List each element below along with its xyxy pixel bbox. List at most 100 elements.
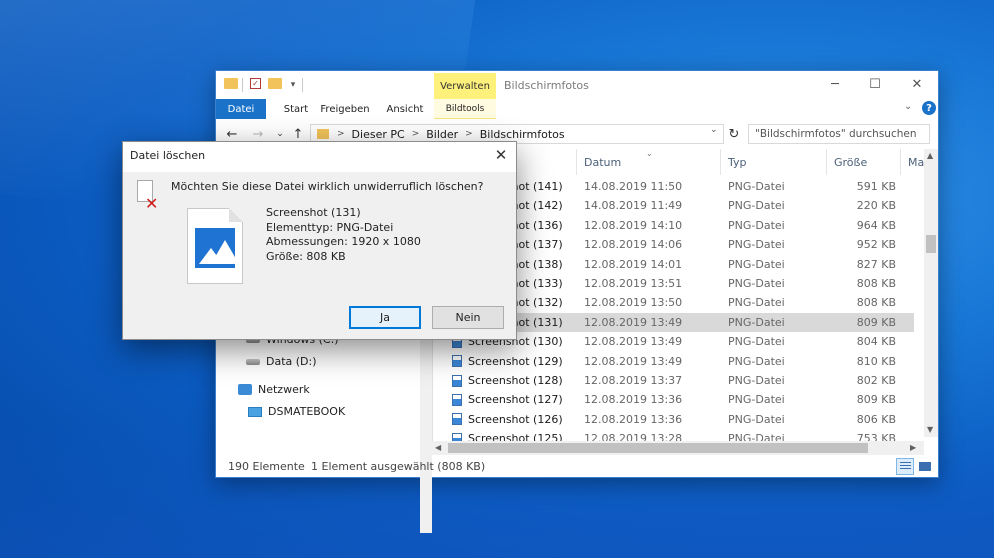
tab-freigeben[interactable]: Freigeben [320,99,370,119]
file-date: 12.08.2019 13:36 [584,393,683,407]
file-size: 809 KB [856,393,896,407]
maximize-icon[interactable]: ☐ [864,75,886,93]
tab-ansicht[interactable]: Ansicht [382,99,428,119]
file-size: 802 KB [856,374,896,387]
help-icon[interactable]: ? [922,101,936,115]
breadcrumb-separator-icon[interactable]: > [465,129,473,139]
breadcrumb-item[interactable]: Bilder [426,128,458,141]
file-size: 591 KB [856,180,896,193]
nav-item-dsmatebook[interactable]: DSMATEBOOK [248,405,345,418]
file-name: Screenshot (129) [468,354,563,368]
scroll-left-arrow-icon[interactable]: ◀ [435,443,441,452]
network-icon [238,384,252,395]
column-header-more[interactable]: Ma [908,156,924,169]
file-type: PNG-Datei [728,218,785,232]
table-row[interactable]: Screenshot (127) 12.08.2019 13:36 PNG-Date… [440,390,914,409]
png-file-icon [452,374,462,387]
customize-quick-access-icon[interactable]: ▾ [286,78,300,91]
column-divider[interactable] [720,149,721,175]
file-date: 12.08.2019 13:50 [584,296,683,310]
column-header-size[interactable]: Größe [834,156,867,169]
breadcrumb-separator-icon[interactable]: > [412,129,420,139]
file-size: 809 KB [856,315,896,329]
png-file-icon [452,393,462,406]
close-icon[interactable]: ✕ [489,145,513,165]
scroll-thumb[interactable] [926,235,936,253]
png-file-icon [452,355,462,368]
tab-start[interactable]: Start [276,99,316,119]
file-size: 808 KB [856,277,896,290]
folder-icon [224,78,238,89]
selection-info: 1 Element ausgewählt (808 KB) [311,460,486,473]
divider [302,78,303,92]
file-type: Elementtyp: PNG-Datei [266,221,394,234]
nav-item-label: DSMATEBOOK [268,405,346,418]
yes-button[interactable]: Ja [349,306,421,329]
table-row[interactable]: Screenshot (129) 12.08.2019 13:49 PNG-Date… [440,352,914,371]
file-name-cell: Screenshot (127) [452,393,563,406]
column-divider[interactable] [826,149,827,175]
large-icons-view-icon[interactable] [916,458,934,475]
column-header-date[interactable]: Datum [584,156,621,169]
file-name-cell: Screenshot (129) [452,355,563,368]
scroll-down-arrow-icon[interactable]: ▼ [927,425,933,434]
column-divider[interactable] [576,149,577,175]
tab-bildtools[interactable]: Bildtools [434,99,496,119]
no-button[interactable]: Nein [432,306,504,329]
scroll-up-arrow-icon[interactable]: ▲ [927,151,933,160]
file-type: PNG-Datei [728,199,785,213]
status-bar: 190 Elemente 1 Element ausgewählt (808 K… [216,457,938,477]
file-size: 952 KB [856,238,896,252]
breadcrumb-separator-icon[interactable]: > [337,129,345,139]
title-bar: ✓ ▾ Verwalten Bildschirmfotos ─ ☐ ✕ [216,71,938,99]
file-type: PNG-Datei [728,354,785,368]
file-type: PNG-Datei [728,296,785,310]
file-list-vertical-scrollbar[interactable]: ▲ ▼ [924,149,938,437]
file-date: 12.08.2019 13:37 [584,374,683,387]
nav-item-data-d[interactable]: Data (D:) [246,355,317,368]
file-name-cell: Screenshot (126) [452,413,563,426]
expand-ribbon-icon[interactable]: ⌄ [904,101,912,112]
file-size: 810 KB [856,354,896,368]
file-date: 12.08.2019 14:01 [584,257,683,271]
tab-verwalten[interactable]: Verwalten [434,73,496,99]
file-date: 12.08.2019 14:10 [584,218,683,232]
file-size: 827 KB [856,257,896,271]
address-dropdown-icon[interactable]: ⌄ [710,125,718,135]
breadcrumb-item[interactable]: Dieser PC [352,128,405,141]
details-view-icon[interactable] [896,458,914,475]
delete-file-icon: ✕ [135,180,158,214]
dialog-title: Datei löschen [130,149,206,162]
file-type: PNG-Datei [728,335,785,349]
scroll-right-arrow-icon[interactable]: ▶ [910,443,916,452]
minimize-icon[interactable]: ─ [824,75,846,93]
tab-datei[interactable]: Datei [216,99,266,119]
column-header-type[interactable]: Typ [728,156,747,169]
file-type: PNG-Datei [728,277,785,290]
file-date: 12.08.2019 14:06 [584,238,683,252]
file-type: PNG-Datei [728,180,785,193]
file-size: 220 KB [856,199,896,213]
file-type: PNG-Datei [728,374,785,387]
column-divider[interactable] [900,149,901,175]
file-size: 964 KB [856,218,896,232]
file-size: 808 KB [856,296,896,310]
nav-item-netzwerk[interactable]: Netzwerk [238,383,310,396]
divider [242,78,243,92]
file-size: 806 KB [856,412,896,426]
new-folder-icon[interactable] [268,78,282,89]
folder-icon [317,129,329,139]
scroll-thumb[interactable] [448,443,868,453]
refresh-icon[interactable]: ↻ [726,125,742,143]
properties-icon[interactable]: ✓ [250,78,261,89]
breadcrumb-item[interactable]: Bildschirmfotos [480,128,565,141]
file-date: 12.08.2019 13:51 [584,277,683,290]
nav-item-label: Netzwerk [258,383,310,396]
table-row[interactable]: Screenshot (128) 12.08.2019 13:37 PNG-Date… [440,371,914,390]
file-list-horizontal-scrollbar[interactable]: ◀ ▶ [432,441,924,455]
close-icon[interactable]: ✕ [906,75,928,93]
dialog-footer: Ja Nein [123,296,516,339]
file-type: PNG-Datei [728,238,785,252]
search-input[interactable]: "Bildschirmfotos" durchsuchen [748,124,930,144]
table-row[interactable]: Screenshot (126) 12.08.2019 13:36 PNG-Date… [440,410,914,429]
